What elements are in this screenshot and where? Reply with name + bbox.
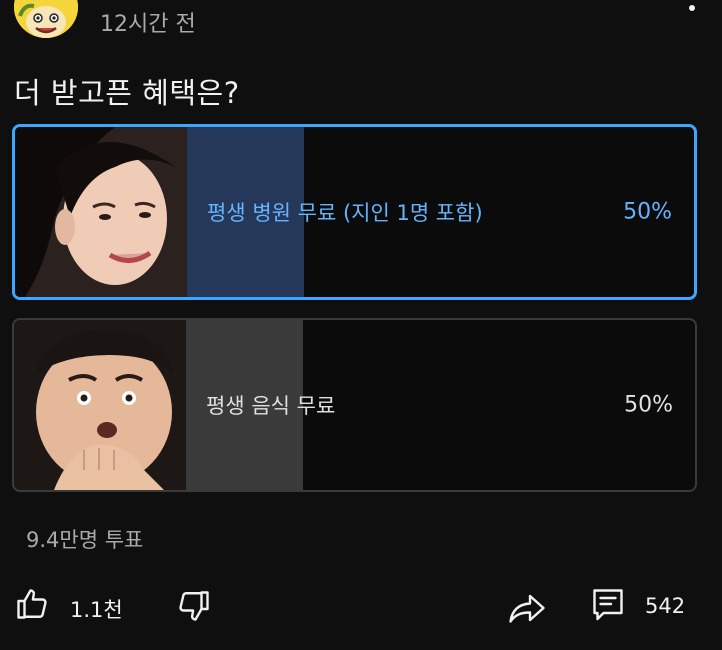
action-bar: 1.1천 542 xyxy=(0,580,722,634)
post-timestamp: 12시간 전 xyxy=(100,12,196,37)
poll-vote-count: 9.4만명 투표 xyxy=(26,528,144,552)
poll-option-1-percent: 50% xyxy=(623,199,672,225)
share-arrow-icon xyxy=(509,594,545,623)
cartoon-avatar-icon xyxy=(14,0,78,38)
comment-icon xyxy=(593,589,623,621)
poll-question: 더 받고픈 혜택은? xyxy=(14,76,240,110)
poll-option-2-label: 평생 음식 무료 xyxy=(206,394,336,418)
poll-option-1[interactable]: 평생 병원 무료 (지인 1명 포함) 50% xyxy=(12,124,697,300)
poll-option-1-image xyxy=(15,127,187,297)
dislike-button[interactable] xyxy=(176,588,212,624)
more-options-button[interactable] xyxy=(680,0,704,24)
comment-count: 542 xyxy=(645,594,686,618)
like-count: 1.1천 xyxy=(70,598,123,622)
poll-option-2[interactable]: 평생 음식 무료 50% xyxy=(12,318,697,492)
more-vertical-icon xyxy=(689,5,695,11)
post-header: 12시간 전 xyxy=(0,0,722,44)
channel-avatar[interactable] xyxy=(14,0,78,38)
comment-button[interactable] xyxy=(590,586,626,622)
poll-option-2-percent: 50% xyxy=(624,392,673,418)
community-post: 12시간 전 더 받고픈 혜택은? 평생 병원 무료 (지인 1명 포함) 50… xyxy=(0,0,722,650)
thumbs-up-icon xyxy=(17,589,47,619)
share-button[interactable] xyxy=(506,590,548,626)
poll-option-2-image xyxy=(14,320,186,490)
poll-option-1-label: 평생 병원 무료 (지인 1명 포함) xyxy=(207,201,483,225)
like-button[interactable] xyxy=(14,586,50,622)
thumbs-down-icon xyxy=(179,591,209,621)
